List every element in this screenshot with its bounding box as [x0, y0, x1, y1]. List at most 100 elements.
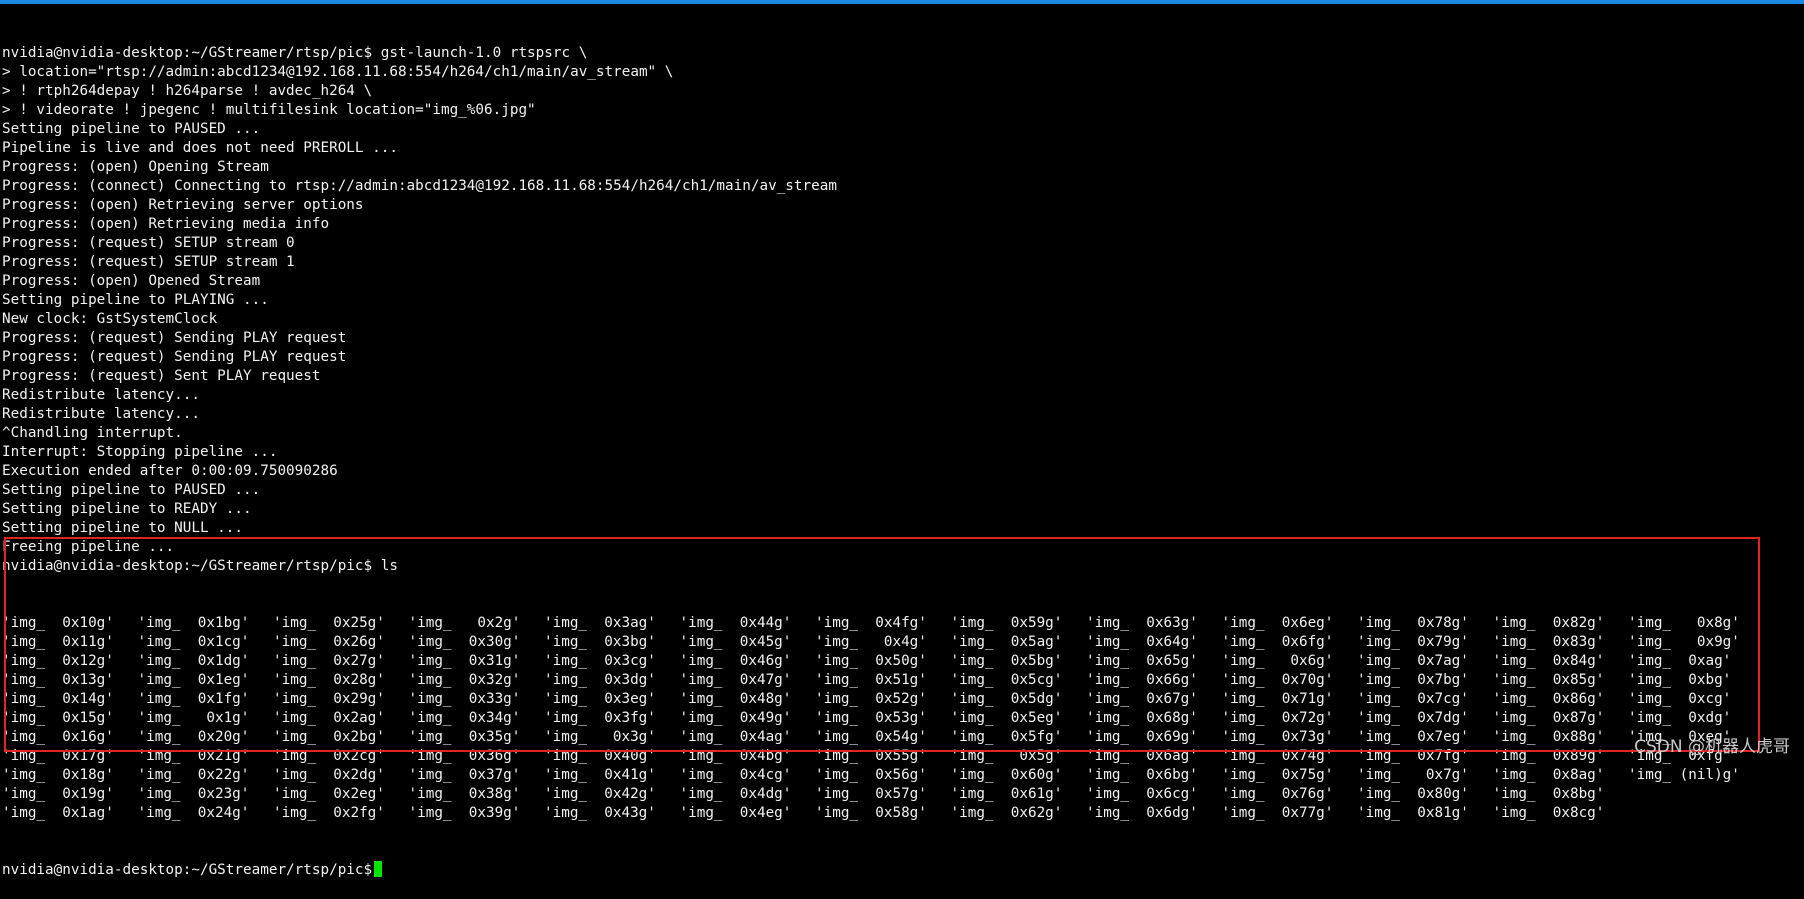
ls-filename: 'img_ 0x1cg' [137, 634, 250, 650]
ls-filename: 'img_ 0x71g' [1221, 691, 1334, 707]
ls-row: 'img_ 0x16g' 'img_ 0x20g' 'img_ 0x2bg' 'img… [2, 728, 1764, 747]
ls-filename: 'img_ 0x48g' [679, 691, 792, 707]
ls-filename: 'img_ 0x82g' [1492, 615, 1605, 631]
ls-filename: 'img_ 0x70g' [1221, 672, 1334, 688]
terminal-line: Setting pipeline to PAUSED ... [2, 121, 261, 137]
ls-filename: 'img_ 0x2cg' [273, 748, 385, 764]
ls-filename: 'img_ 0x1bg' [137, 615, 250, 631]
terminal-line: Setting pipeline to PLAYING ... [2, 292, 269, 308]
ls-filename: 'img_ 0x76g' [1221, 786, 1334, 802]
ls-filename: 'img_ 0x20g' [137, 729, 250, 745]
ls-filename: 'img_ 0x5bg' [950, 653, 1063, 669]
ls-filename: 'img_ 0xag' [1628, 653, 1732, 669]
ls-filename: 'img_ 0x49g' [679, 710, 792, 726]
ls-filename: 'img_ 0x1ag' [2, 805, 114, 821]
terminal-line: > ! videorate ! jpegenc ! multifilesink … [2, 102, 536, 118]
ls-filename: 'img_ 0x78g' [1357, 615, 1469, 631]
terminal-line: Freeing pipeline ... [2, 539, 175, 555]
ls-filename: 'img_ 0x8bg' [1492, 786, 1605, 802]
terminal-line: Pipeline is live and does not need PRERO… [2, 140, 398, 156]
ls-filename: 'img_ 0x4fg' [815, 615, 927, 631]
terminal-line: > location="rtsp://admin:abcd1234@192.16… [2, 64, 674, 80]
terminal-line: Redistribute latency... [2, 406, 200, 422]
ls-filename: 'img_ 0x85g' [1492, 672, 1605, 688]
ls-filename: 'img_ 0x17g' [2, 748, 114, 764]
ls-filename: 'img_ 0x81g' [1357, 805, 1469, 821]
ls-filename: 'img_ 0x21g' [137, 748, 250, 764]
terminal-line: Execution ended after 0:00:09.750090286 [2, 463, 338, 479]
ls-filename: 'img_ 0xcg' [1628, 691, 1732, 707]
terminal-line: Progress: (open) Retrieving media info [2, 216, 330, 232]
terminal-output[interactable]: nvidia@nvidia-desktop:~/GStreamer/rtsp/p… [2, 6, 1764, 899]
ls-filename: 'img_ 0x9g' [1628, 634, 1740, 650]
ls-filename: 'img_ 0x7ag' [1357, 653, 1469, 669]
ls-filename: 'img_ 0x14g' [2, 691, 114, 707]
ls-filename: 'img_ 0x44g' [679, 615, 792, 631]
shell-prompt: nvidia@nvidia-desktop:~/GStreamer/rtsp/p… [2, 862, 373, 878]
ls-filename: 'img_ 0x31g' [408, 653, 521, 669]
ls-filename: 'img_ 0x65g' [1086, 653, 1198, 669]
ls-filename: 'img_ 0x8g' [1628, 615, 1740, 631]
ls-filename: 'img_ 0x2eg' [273, 786, 385, 802]
text-cursor [374, 861, 383, 877]
ls-filename: 'img_ 0x45g' [679, 634, 792, 650]
terminal-line: Progress: (open) Opening Stream [2, 159, 269, 175]
ls-filename: 'img_ 0x52g' [815, 691, 927, 707]
ls-filename: 'img_ 0x6ag' [1086, 748, 1198, 764]
ls-filename: 'img_ 0x86g' [1492, 691, 1605, 707]
ls-filename: 'img_ 0x35g' [408, 729, 521, 745]
ls-row: 'img_ 0x12g' 'img_ 0x1dg' 'img_ 0x27g' 'img… [2, 652, 1764, 671]
terminal-line: Setting pipeline to READY ... [2, 501, 252, 517]
terminal-lines: nvidia@nvidia-desktop:~/GStreamer/rtsp/p… [2, 44, 1764, 576]
ls-filename: 'img_ 0x46g' [679, 653, 792, 669]
ls-filename: 'img_ 0x4g' [815, 634, 927, 650]
ls-filename: 'img_ 0x53g' [815, 710, 927, 726]
ls-filename: 'img_ 0x25g' [273, 615, 385, 631]
ls-filename: 'img_ 0x3fg' [544, 710, 656, 726]
ls-filename: 'img_ 0x4bg' [679, 748, 792, 764]
ls-filename: 'img_ 0x5dg' [950, 691, 1063, 707]
ls-filename: 'img_ 0x79g' [1357, 634, 1469, 650]
ls-filename: 'img_ 0x40g' [544, 748, 656, 764]
ls-filename: 'img_ 0x74g' [1221, 748, 1334, 764]
ls-filename: 'img_ 0x51g' [815, 672, 927, 688]
ls-row: 'img_ 0x10g' 'img_ 0x1bg' 'img_ 0x25g' 'img… [2, 614, 1764, 633]
ls-filename: 'img_ 0x1fg' [137, 691, 250, 707]
terminal-line: > ! rtph264depay ! h264parse ! avdec_h26… [2, 83, 373, 99]
ls-filename: 'img_ 0x5ag' [950, 634, 1063, 650]
terminal-line: Progress: (request) Sending PLAY request [2, 349, 347, 365]
ls-filename: 'img_ 0x1eg' [137, 672, 250, 688]
ls-filename: 'img_ 0x47g' [679, 672, 792, 688]
ls-filename: 'img_ 0x12g' [2, 653, 114, 669]
ls-filename: 'img_ 0x67g' [1086, 691, 1198, 707]
ls-filename: 'img_ 0x63g' [1086, 615, 1198, 631]
ls-filename: 'img_ 0x8cg' [1492, 805, 1605, 821]
ls-filename: 'img_ 0x55g' [815, 748, 927, 764]
ls-filename: 'img_ 0x2bg' [273, 729, 385, 745]
ls-output-grid: 'img_ 0x10g' 'img_ 0x1bg' 'img_ 0x25g' 'img… [2, 614, 1764, 823]
ls-row: 'img_ 0x17g' 'img_ 0x21g' 'img_ 0x2cg' 'img… [2, 747, 1764, 766]
terminal-line: Progress: (request) SETUP stream 1 [2, 254, 295, 270]
ls-filename: 'img_ 0x5cg' [950, 672, 1063, 688]
ls-filename: 'img_ 0x7dg' [1357, 710, 1469, 726]
ls-filename: 'img_ 0x4eg' [679, 805, 792, 821]
ls-filename: 'img_ 0xdg' [1628, 710, 1732, 726]
ls-filename: 'img_ 0x4ag' [679, 729, 792, 745]
ls-filename: 'img_ 0x11g' [2, 634, 114, 650]
terminal-line: Setting pipeline to NULL ... [2, 520, 244, 536]
ls-filename: 'img_ 0x28g' [273, 672, 385, 688]
final-prompt-line[interactable]: nvidia@nvidia-desktop:~/GStreamer/rtsp/p… [2, 861, 1764, 880]
ls-filename: 'img_ 0x5eg' [950, 710, 1063, 726]
ls-filename: 'img_ 0x34g' [408, 710, 521, 726]
ls-filename: 'img_ 0x1dg' [137, 653, 250, 669]
terminal-line: Setting pipeline to PAUSED ... [2, 482, 261, 498]
ls-filename: 'img_ 0x27g' [273, 653, 385, 669]
ls-filename: 'img_ 0x33g' [408, 691, 521, 707]
ls-filename: 'img_ 0x5fg' [950, 729, 1063, 745]
ls-row: 'img_ 0x15g' 'img_ 0x1g' 'img_ 0x2ag' 'img_… [2, 709, 1764, 728]
ls-filename: 'img_ 0x7bg' [1357, 672, 1469, 688]
terminal-line: Progress: (request) SETUP stream 0 [2, 235, 295, 251]
ls-filename: 'img_ 0x1g' [137, 710, 250, 726]
ls-filename: 'img_ 0x3g' [544, 729, 656, 745]
ls-filename: 'img_ 0x10g' [2, 615, 114, 631]
